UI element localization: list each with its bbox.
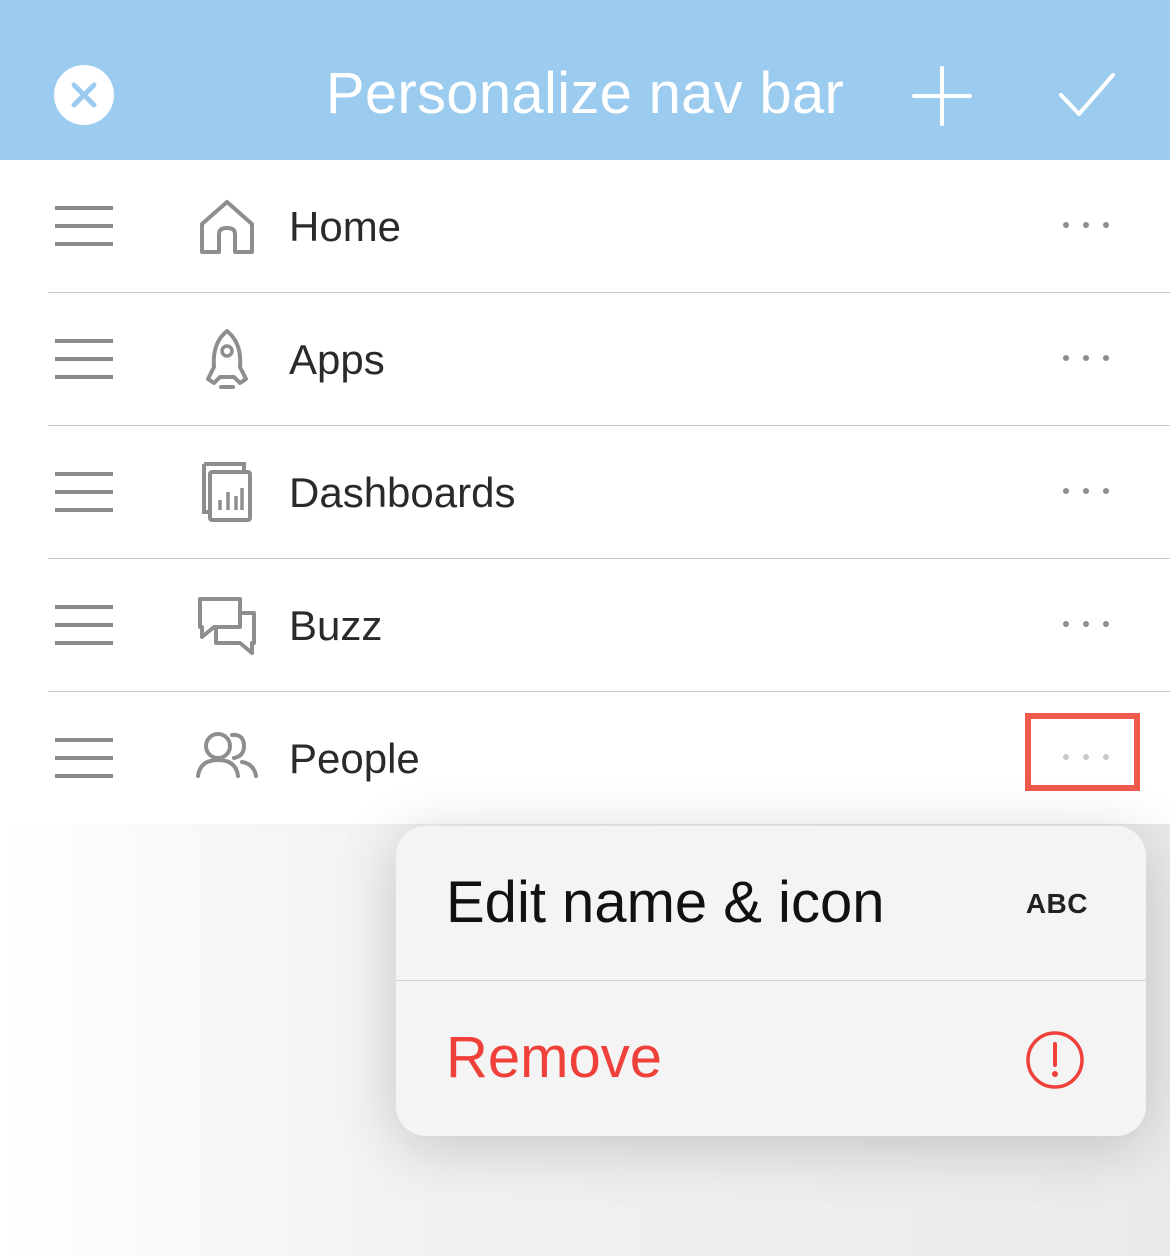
nav-item-label: Apps	[289, 336, 385, 383]
context-menu: Edit name & icon ABC Remove	[396, 826, 1146, 1136]
drag-handle-icon[interactable]	[54, 604, 114, 646]
checkmark-icon[interactable]	[1058, 70, 1116, 120]
warning-circle-icon	[1026, 1031, 1084, 1089]
nav-item-people[interactable]: People	[0, 692, 1170, 825]
nav-item-apps[interactable]: Apps	[0, 293, 1170, 426]
rocket-icon	[206, 329, 248, 389]
nav-item-label: Buzz	[289, 602, 383, 649]
add-icon[interactable]	[912, 66, 972, 126]
remove-menu-item[interactable]: Remove	[396, 980, 1146, 1135]
drag-handle-icon[interactable]	[54, 471, 114, 513]
header-bar: Personalize nav bar	[0, 0, 1170, 160]
nav-item-home[interactable]: Home	[0, 160, 1170, 293]
remove-menu-label: Remove	[446, 1025, 662, 1090]
people-icon	[196, 732, 258, 778]
nav-item-dashboards[interactable]: Dashboards	[0, 426, 1170, 559]
nav-item-buzz[interactable]: Buzz	[0, 559, 1170, 692]
more-options-icon[interactable]	[1058, 351, 1114, 365]
more-options-icon[interactable]	[1058, 484, 1114, 498]
nav-item-label: Home	[289, 203, 402, 250]
more-options-icon[interactable]	[1058, 218, 1114, 232]
nav-item-list: Home Apps Dashboards Buzz People	[0, 160, 1170, 825]
edit-menu-label: Edit name & icon	[446, 870, 885, 935]
dashboard-icon	[202, 462, 252, 522]
abc-icon: ABC	[1025, 888, 1088, 919]
drag-handle-icon[interactable]	[54, 338, 114, 380]
page-title: Personalize nav bar	[325, 61, 845, 126]
drag-handle-icon[interactable]	[54, 205, 114, 247]
edit-name-icon-menu-item[interactable]: Edit name & icon ABC	[396, 826, 1146, 980]
chat-bubbles-icon	[198, 597, 256, 655]
drag-handle-icon[interactable]	[54, 737, 114, 779]
home-icon	[200, 200, 254, 254]
nav-item-label: People	[289, 735, 420, 782]
more-options-icon[interactable]	[1058, 617, 1114, 631]
selection-highlight	[1025, 713, 1140, 791]
nav-item-label: Dashboards	[289, 469, 516, 516]
